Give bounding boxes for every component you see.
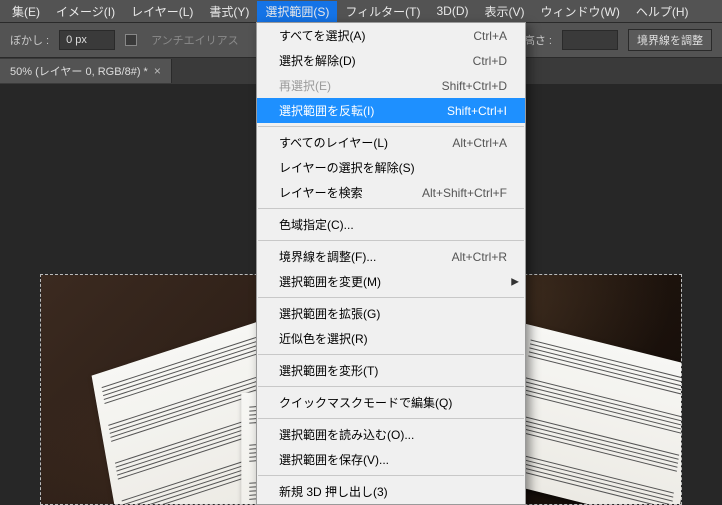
- menu-view[interactable]: 表示(V): [477, 1, 533, 22]
- menu-item-label: 選択範囲を反転(I): [279, 102, 374, 119]
- antialias-checkbox[interactable]: [125, 34, 141, 46]
- blur-label: ぼかし :: [10, 32, 49, 48]
- menu-item[interactable]: 選択範囲を反転(I) Shift+Ctrl+I: [257, 98, 525, 123]
- menu-separator: [258, 126, 524, 127]
- menu-item-label: 色域指定(C)...: [279, 216, 354, 233]
- menu-window[interactable]: ウィンドウ(W): [533, 1, 628, 22]
- menu-item-label: 再選択(E): [279, 77, 331, 94]
- menu-item[interactable]: 選択範囲を読み込む(O)...: [257, 422, 525, 447]
- menu-item-label: レイヤーを検索: [279, 184, 363, 201]
- menu-item-label: 選択範囲を変更(M): [279, 273, 381, 290]
- menu-layer[interactable]: レイヤー(L): [123, 1, 201, 22]
- menu-item-shortcut: Shift+Ctrl+I: [447, 104, 507, 118]
- height-label: 高さ :: [524, 32, 552, 48]
- menu-item[interactable]: 選択範囲を拡張(G): [257, 301, 525, 326]
- menu-separator: [258, 386, 524, 387]
- menu-item-label: クイックマスクモードで編集(Q): [279, 394, 452, 411]
- menu-select[interactable]: 選択範囲(S): [257, 1, 337, 22]
- menu-item[interactable]: 選択範囲を変更(M) ▶: [257, 269, 525, 294]
- menu-bar: 集(E) イメージ(I) レイヤー(L) 書式(Y) 選択範囲(S) フィルター…: [0, 0, 722, 22]
- menu-separator: [258, 240, 524, 241]
- menu-separator: [258, 354, 524, 355]
- menu-item[interactable]: レイヤーを検索 Alt+Shift+Ctrl+F: [257, 180, 525, 205]
- menu-item-label: 新規 3D 押し出し(3): [279, 483, 388, 500]
- menu-image[interactable]: イメージ(I): [48, 1, 123, 22]
- document-tab-label: 50% (レイヤー 0, RGB/8#) *: [10, 63, 148, 79]
- menu-type[interactable]: 書式(Y): [201, 1, 257, 22]
- menu-separator: [258, 208, 524, 209]
- menu-item-label: すべてを選択(A): [279, 27, 365, 44]
- refine-edge-button[interactable]: 境界線を調整: [628, 29, 712, 51]
- menu-separator: [258, 418, 524, 419]
- menu-item-shortcut: Ctrl+D: [473, 54, 507, 68]
- menu-item[interactable]: すべてのレイヤー(L) Alt+Ctrl+A: [257, 130, 525, 155]
- menu-item-label: レイヤーの選択を解除(S): [279, 159, 415, 176]
- menu-item[interactable]: 新規 3D 押し出し(3): [257, 479, 525, 504]
- menu-item-shortcut: Alt+Ctrl+R: [452, 250, 507, 264]
- menu-edit[interactable]: 集(E): [4, 1, 48, 22]
- menu-item-label: 選択範囲を拡張(G): [279, 305, 380, 322]
- menu-help[interactable]: ヘルプ(H): [628, 1, 697, 22]
- menu-item: 再選択(E) Shift+Ctrl+D: [257, 73, 525, 98]
- menu-3d[interactable]: 3D(D): [429, 2, 477, 20]
- menu-item[interactable]: クイックマスクモードで編集(Q): [257, 390, 525, 415]
- menu-filter[interactable]: フィルター(T): [337, 1, 428, 22]
- menu-item-shortcut: Alt+Ctrl+A: [452, 136, 507, 150]
- select-menu-dropdown[interactable]: すべてを選択(A) Ctrl+A 選択を解除(D) Ctrl+D 再選択(E) Shift…: [256, 22, 526, 505]
- menu-item-label: 境界線を調整(F)...: [279, 248, 376, 265]
- menu-item-label: 選択範囲を保存(V)...: [279, 451, 389, 468]
- document-tab[interactable]: 50% (レイヤー 0, RGB/8#) * ×: [0, 59, 172, 83]
- antialias-label: アンチエイリアス: [151, 32, 239, 48]
- menu-item[interactable]: 近似色を選択(R): [257, 326, 525, 351]
- blur-input[interactable]: [59, 30, 115, 50]
- menu-item[interactable]: 選択を解除(D) Ctrl+D: [257, 48, 525, 73]
- height-input[interactable]: [562, 30, 618, 50]
- menu-item[interactable]: すべてを選択(A) Ctrl+A: [257, 23, 525, 48]
- menu-item[interactable]: 選択範囲を保存(V)...: [257, 447, 525, 472]
- menu-item-shortcut: Shift+Ctrl+D: [442, 79, 507, 93]
- menu-item[interactable]: 色域指定(C)...: [257, 212, 525, 237]
- menu-item[interactable]: レイヤーの選択を解除(S): [257, 155, 525, 180]
- menu-item-label: すべてのレイヤー(L): [279, 134, 388, 151]
- menu-separator: [258, 475, 524, 476]
- menu-item[interactable]: 境界線を調整(F)... Alt+Ctrl+R: [257, 244, 525, 269]
- close-icon[interactable]: ×: [154, 64, 161, 78]
- chevron-right-icon: ▶: [511, 276, 519, 287]
- menu-item[interactable]: 選択範囲を変形(T): [257, 358, 525, 383]
- menu-item-label: 選択範囲を読み込む(O)...: [279, 426, 414, 443]
- menu-separator: [258, 297, 524, 298]
- menu-item-shortcut: Ctrl+A: [473, 29, 507, 43]
- menu-item-label: 近似色を選択(R): [279, 330, 368, 347]
- menu-item-label: 選択を解除(D): [279, 52, 356, 69]
- menu-item-shortcut: Alt+Shift+Ctrl+F: [422, 186, 507, 200]
- menu-item-label: 選択範囲を変形(T): [279, 362, 378, 379]
